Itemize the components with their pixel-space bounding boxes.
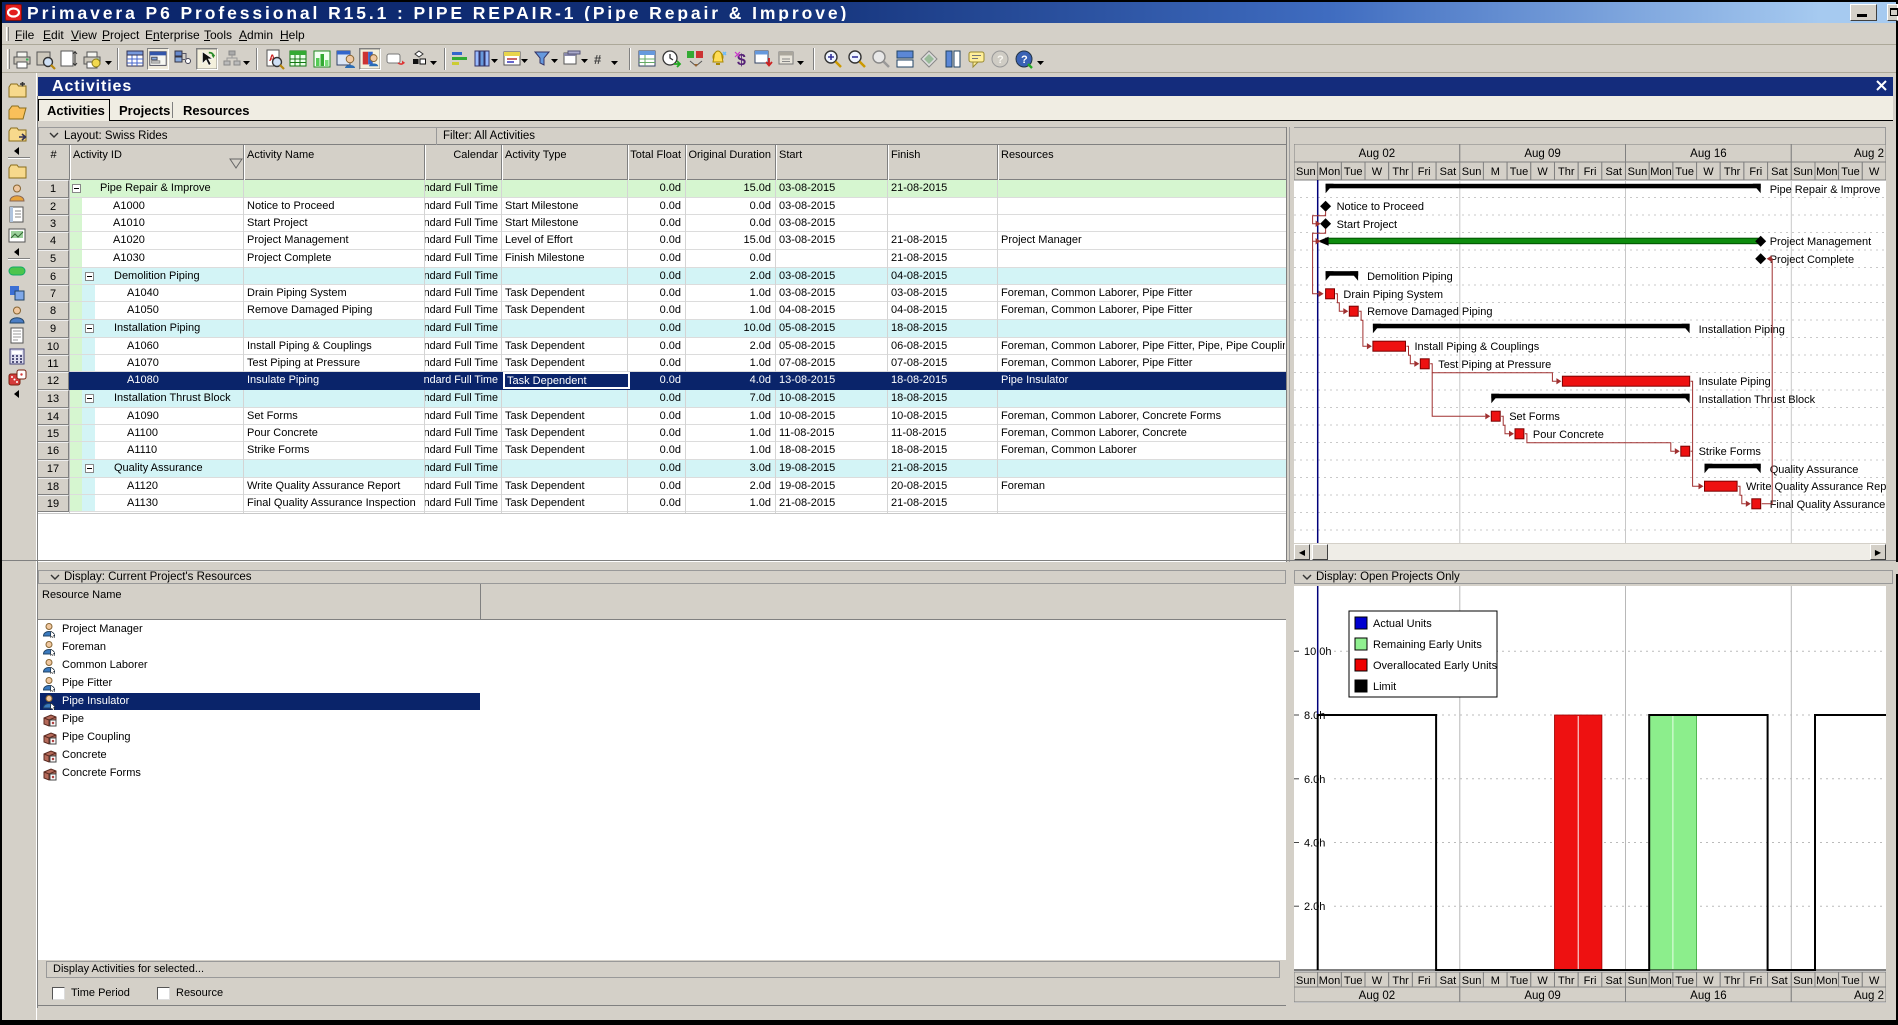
- svg-text:Thr: Thr: [1392, 975, 1409, 987]
- svg-text:Thr: Thr: [1724, 166, 1741, 178]
- svg-text:Sat: Sat: [1771, 166, 1788, 178]
- svg-text:Tue: Tue: [1841, 975, 1860, 987]
- svg-text:Start Project: Start Project: [1337, 219, 1398, 231]
- svg-text:Aug 09: Aug 09: [1524, 990, 1560, 1002]
- svg-text:Limit: Limit: [1373, 681, 1396, 693]
- svg-text:Sat: Sat: [1605, 166, 1622, 178]
- svg-text:Pipe Repair & Improve: Pipe Repair & Improve: [1770, 184, 1881, 196]
- svg-text:Sat: Sat: [1440, 975, 1457, 987]
- svg-text:Sat: Sat: [1440, 166, 1457, 178]
- svg-text:Sun: Sun: [1628, 166, 1648, 178]
- svg-text:Sun: Sun: [1296, 975, 1316, 987]
- svg-text:Mon: Mon: [1816, 975, 1837, 987]
- svg-text:Sun: Sun: [1296, 166, 1316, 178]
- svg-text:Thr: Thr: [1558, 975, 1575, 987]
- svg-text:M: M: [1491, 166, 1500, 178]
- svg-text:Pour Concrete: Pour Concrete: [1533, 429, 1604, 441]
- svg-text:Remove Damaged Piping: Remove Damaged Piping: [1367, 306, 1492, 318]
- svg-text:W: W: [1703, 975, 1714, 987]
- svg-text:Tue: Tue: [1675, 975, 1694, 987]
- svg-text:Quality Assurance: Quality Assurance: [1770, 464, 1859, 476]
- svg-text:Sun: Sun: [1793, 975, 1813, 987]
- svg-text:Fri: Fri: [1584, 975, 1597, 987]
- svg-text:Fri: Fri: [1418, 975, 1431, 987]
- svg-text:Install Piping & Couplings: Install Piping & Couplings: [1415, 341, 1540, 353]
- svg-text:Remaining Early Units: Remaining Early Units: [1373, 639, 1482, 651]
- svg-text:Mon: Mon: [1650, 975, 1671, 987]
- svg-text:2.0h: 2.0h: [1304, 901, 1325, 913]
- svg-text:W: W: [1703, 166, 1714, 178]
- svg-text:?: ?: [997, 54, 1004, 66]
- svg-text:W: W: [1869, 975, 1880, 987]
- svg-text:Sat: Sat: [1605, 975, 1622, 987]
- svg-text:Tue: Tue: [1675, 166, 1694, 178]
- svg-text:Aug 02: Aug 02: [1359, 990, 1395, 1002]
- svg-text:Mon: Mon: [1650, 166, 1671, 178]
- svg-text:Test Piping at Pressure: Test Piping at Pressure: [1438, 359, 1551, 371]
- svg-text:Sat: Sat: [1771, 975, 1788, 987]
- svg-text:Fri: Fri: [1749, 166, 1762, 178]
- svg-text:Aug 2: Aug 2: [1854, 148, 1884, 160]
- svg-text:Sun: Sun: [1628, 975, 1648, 987]
- svg-text:Thr: Thr: [1558, 166, 1575, 178]
- svg-text:W: W: [1869, 166, 1880, 178]
- svg-text:?: ?: [1021, 54, 1028, 66]
- svg-text:Aug 09: Aug 09: [1524, 148, 1560, 160]
- svg-text:Aug 2: Aug 2: [1854, 990, 1884, 1002]
- svg-text:Fri: Fri: [1749, 975, 1762, 987]
- svg-text:Aug 16: Aug 16: [1690, 148, 1726, 160]
- svg-text:Aug 16: Aug 16: [1690, 990, 1726, 1002]
- svg-text:Overallocated Early Units: Overallocated Early Units: [1373, 660, 1498, 672]
- svg-text:W: W: [1537, 166, 1548, 178]
- svg-text:Thr: Thr: [1392, 166, 1409, 178]
- svg-text:W: W: [1372, 166, 1383, 178]
- svg-text:Sun: Sun: [1793, 166, 1813, 178]
- svg-text:Actual Units: Actual Units: [1373, 618, 1432, 630]
- svg-text:Installation Thrust Block: Installation Thrust Block: [1699, 394, 1816, 406]
- svg-text:Tue: Tue: [1344, 166, 1363, 178]
- svg-text:W: W: [1537, 975, 1548, 987]
- svg-text:Tue: Tue: [1510, 975, 1529, 987]
- svg-text:Insulate Piping: Insulate Piping: [1699, 376, 1771, 388]
- svg-text:W: W: [1372, 975, 1383, 987]
- svg-text:Final Quality Assurance I: Final Quality Assurance I: [1770, 499, 1886, 511]
- svg-text:Strike Forms: Strike Forms: [1699, 446, 1762, 458]
- svg-text:Thr: Thr: [1724, 975, 1741, 987]
- svg-text:Demolition Piping: Demolition Piping: [1367, 271, 1453, 283]
- svg-text:M: M: [1491, 975, 1500, 987]
- svg-text:Notice to Proceed: Notice to Proceed: [1337, 201, 1424, 213]
- svg-text:6.0h: 6.0h: [1304, 774, 1325, 786]
- svg-text:Mon: Mon: [1319, 166, 1340, 178]
- svg-text:Fri: Fri: [1584, 166, 1597, 178]
- svg-text:Mon: Mon: [1816, 166, 1837, 178]
- svg-text:Sun: Sun: [1462, 166, 1482, 178]
- svg-text:Project Complete: Project Complete: [1770, 254, 1854, 266]
- svg-text:Project Management: Project Management: [1770, 236, 1872, 248]
- svg-text:Aug 02: Aug 02: [1359, 148, 1395, 160]
- svg-text:Mon: Mon: [1319, 975, 1340, 987]
- svg-text:4.0h: 4.0h: [1304, 838, 1325, 850]
- svg-text:Tue: Tue: [1344, 975, 1363, 987]
- svg-text:Tue: Tue: [1510, 166, 1529, 178]
- svg-text:Tue: Tue: [1841, 166, 1860, 178]
- svg-text:Drain Piping System: Drain Piping System: [1343, 289, 1443, 301]
- svg-text:Fri: Fri: [1418, 166, 1431, 178]
- svg-text:Set Forms: Set Forms: [1509, 411, 1560, 423]
- svg-text:Write Quality Assurance Repc: Write Quality Assurance Repc: [1746, 481, 1886, 493]
- svg-text:Sun: Sun: [1462, 975, 1482, 987]
